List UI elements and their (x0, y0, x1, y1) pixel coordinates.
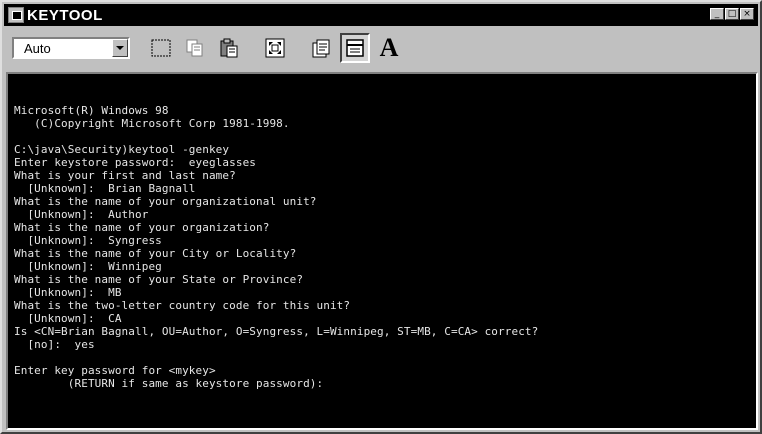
console-output[interactable]: Microsoft(R) Windows 98 (C)Copyright Mic… (6, 72, 758, 430)
copy-icon (186, 39, 203, 57)
paste-icon (220, 38, 238, 58)
console-line: C:\java\Security)keytool -genkey (14, 143, 230, 156)
properties-icon (312, 39, 330, 58)
minimize-button[interactable]: _ (710, 8, 724, 20)
console-line: Enter key password for <mykey> (14, 364, 216, 377)
console-line: What is the name of your organization? (14, 221, 270, 234)
console-line: (C)Copyright Microsoft Corp 1981-1998. (14, 117, 290, 130)
keytool-window: KEYTOOL _ □ × Auto A Microsoft(R) Window… (0, 0, 762, 434)
console-line: [no]: yes (14, 338, 95, 351)
console-line: [Unknown]: MB (14, 286, 122, 299)
mark-button[interactable] (146, 33, 176, 63)
console-text: Microsoft(R) Windows 98 (C)Copyright Mic… (14, 104, 538, 390)
window-controls: _ □ × (710, 8, 754, 20)
background-button[interactable] (340, 33, 370, 63)
paste-button[interactable] (214, 33, 244, 63)
close-button[interactable]: × (740, 8, 754, 20)
background-icon (346, 39, 364, 57)
font-icon: A (379, 33, 399, 62)
font-size-select[interactable]: Auto (12, 37, 130, 59)
console-line: What is the two-letter country code for … (14, 299, 351, 312)
console-line: [Unknown]: CA (14, 312, 122, 325)
properties-button[interactable] (306, 33, 336, 63)
console-line: (RETURN if same as keystore password): (14, 377, 324, 390)
console-line: [Unknown]: Winnipeg (14, 260, 162, 273)
copy-button[interactable] (180, 33, 210, 63)
full-screen-icon (265, 38, 285, 58)
console-line: What is your first and last name? (14, 169, 236, 182)
console-line: [Unknown]: Brian Bagnall (14, 182, 196, 195)
console-line: What is the name of your organizational … (14, 195, 317, 208)
maximize-button[interactable]: □ (725, 8, 739, 20)
mark-icon (151, 39, 171, 57)
font-size-value: Auto (24, 40, 51, 56)
console-line: What is the name of your State or Provin… (14, 273, 304, 286)
toolbar: Auto A (4, 28, 758, 68)
console-line: Is <CN=Brian Bagnall, OU=Author, O=Syngr… (14, 325, 539, 338)
full-screen-button[interactable] (260, 33, 290, 63)
dropdown-button[interactable] (112, 39, 128, 57)
console-line: Microsoft(R) Windows 98 (14, 104, 169, 117)
window-title: KEYTOOL (27, 6, 103, 24)
console-line: [Unknown]: Syngress (14, 234, 162, 247)
title-bar[interactable]: KEYTOOL _ □ × (4, 4, 758, 26)
font-button[interactable]: A (374, 33, 404, 63)
ms-dos-icon[interactable] (8, 7, 24, 23)
console-line: What is the name of your City or Localit… (14, 247, 297, 260)
chevron-down-icon (116, 46, 124, 50)
console-line: [Unknown]: Author (14, 208, 149, 221)
console-line: Enter keystore password: eyeglasses (14, 156, 257, 169)
